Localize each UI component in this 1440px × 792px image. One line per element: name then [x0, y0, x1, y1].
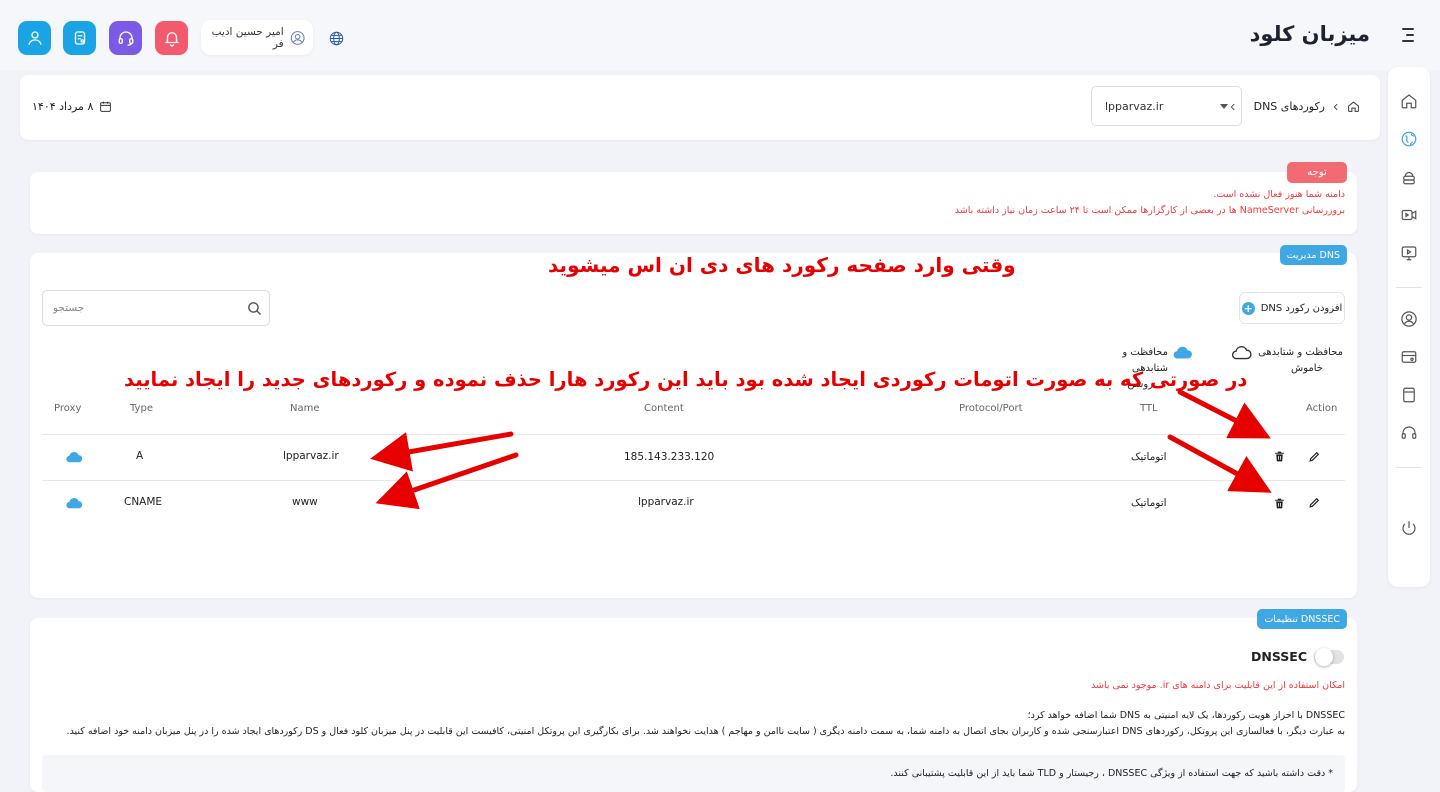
col-protocol: Protocol/Port [959, 403, 1023, 414]
edit-pencil-icon[interactable] [1308, 450, 1321, 466]
breadcrumb-current: رکوردهای DNS [1253, 100, 1325, 113]
brand-logo[interactable]: میزبان کلود [1250, 22, 1371, 46]
notice-panel: توجه دامنه شما هنوز فعال نشده است. بروزر… [30, 162, 1357, 234]
user-menu[interactable]: امیر حسین ادیب فر [201, 20, 313, 55]
hamburger-menu-icon[interactable] [1402, 28, 1414, 42]
cloud-filled-icon [1173, 346, 1192, 359]
support-button[interactable] [109, 21, 142, 55]
plus-icon: + [1241, 301, 1255, 315]
user-circle-icon [290, 30, 305, 45]
profile-button[interactable] [18, 21, 51, 55]
record-type: CNAME [124, 496, 163, 508]
trash-icon[interactable] [1273, 497, 1286, 513]
account-icon[interactable] [1400, 310, 1418, 328]
headset-icon [118, 31, 133, 46]
home-icon[interactable] [1400, 92, 1418, 110]
record-ttl: اتوماتیک [1131, 451, 1167, 463]
cloud-server-icon[interactable] [1400, 168, 1418, 186]
search-icon[interactable] [246, 300, 263, 317]
user-icon [27, 31, 42, 45]
calendar-icon [100, 101, 112, 112]
col-proxy: Proxy [54, 403, 82, 414]
notice-badge: توجه [1287, 162, 1347, 183]
dns-management-panel: مدیریت DNS افزودن رکورد DNS + محافظت و ش… [30, 245, 1357, 598]
chevron-left-icon [1230, 103, 1235, 110]
domain-select-value: lpparvaz.ir [1105, 99, 1164, 113]
col-action: Action [1306, 403, 1338, 414]
notifications-button[interactable] [155, 21, 188, 55]
col-ttl: TTL [1140, 403, 1158, 414]
record-type: A [136, 450, 144, 462]
dns-globe-icon[interactable] [1400, 130, 1418, 148]
user-name: امیر حسین ادیب فر [211, 25, 284, 50]
cart-button[interactable] [63, 21, 96, 55]
toggle-knob [1315, 648, 1333, 666]
col-name: Name [290, 403, 320, 414]
record-name: www [292, 496, 318, 508]
date-display: ۸ مرداد ۱۴۰۴ [32, 100, 112, 113]
table-divider [42, 434, 1345, 435]
proxy-cloud-icon[interactable] [65, 497, 84, 513]
edit-pencil-icon[interactable] [1308, 496, 1321, 512]
dnssec-label: DNSSEC [1251, 649, 1307, 664]
search-box [42, 290, 270, 326]
billing-icon[interactable] [1400, 348, 1418, 366]
cart-icon [74, 31, 85, 45]
proxy-cloud-icon[interactable] [65, 451, 84, 467]
dnssec-note: * دقت داشته باشید که جهت استفاده از ویژگ… [890, 768, 1333, 779]
dnssec-description-2: به عبارت دیگر، با فعالسازی این پروتکل، ر… [66, 726, 1345, 737]
record-content: 185.143.233.120 [624, 451, 715, 463]
side-rail [1388, 67, 1430, 587]
document-icon[interactable] [1400, 386, 1418, 404]
table-divider [42, 480, 1345, 481]
monitor-icon[interactable] [1400, 244, 1418, 262]
legend-proxy-off: محافظت و شتابدهی خاموش [1231, 345, 1343, 377]
domain-select[interactable]: lpparvaz.ir [1091, 86, 1242, 126]
dnssec-warning: امکان استفاده از این قابلیت برای دامنه ه… [1091, 680, 1345, 691]
add-dns-record-button[interactable]: افزودن رکورد DNS + [1239, 292, 1345, 324]
dnssec-note-box: * دقت داشته باشید که جهت استفاده از ویژگ… [42, 755, 1345, 792]
cloud-outline-icon [1231, 346, 1252, 360]
dns-section-badge: مدیریت DNS [1279, 245, 1347, 265]
col-type: Type [130, 403, 153, 414]
bell-icon [164, 32, 179, 47]
power-icon[interactable] [1400, 519, 1418, 537]
annotation-instruction: در صورتی که به صورت اتومات رکوردی ایجاد … [124, 368, 1248, 391]
video-icon[interactable] [1400, 206, 1418, 224]
rail-headset-icon[interactable] [1400, 424, 1418, 442]
dnssec-description-1: DNSSEC با احراز هویت رکوردها، یک لایه ام… [1027, 710, 1345, 721]
search-input[interactable] [53, 291, 243, 325]
record-content: lpparvaz.ir [638, 496, 694, 508]
globe-icon[interactable] [329, 31, 344, 46]
record-ttl: اتوماتیک [1131, 497, 1167, 509]
breadcrumb-bar: ۸ مرداد ۱۴۰۴ lpparvaz.ir رکوردهای DNS [20, 75, 1380, 140]
dnssec-panel: تنظیمات DNSSEC DNSSEC امکان استفاده از ا… [30, 609, 1357, 792]
record-name: lpparvaz.ir [283, 450, 339, 462]
notice-line-1: دامنه شما هنوز فعال نشده است. [1213, 189, 1345, 200]
chevron-left-icon [1333, 103, 1338, 110]
col-content: Content [644, 403, 684, 414]
trash-icon[interactable] [1273, 450, 1286, 466]
notice-line-2: بروزرسانی NameServer ها در بعضی از کارگز… [954, 205, 1345, 216]
annotation-title: وقتی وارد صفحه رکورد های دی ان اس میشوید [548, 253, 1016, 277]
dnssec-section-badge: تنظیمات DNSSEC [1257, 609, 1347, 629]
dnssec-toggle[interactable] [1314, 648, 1344, 666]
legend-off-line-2: خاموش [1291, 363, 1323, 374]
breadcrumb-home-icon[interactable] [1347, 100, 1360, 113]
breadcrumb: رکوردهای DNS [1228, 100, 1360, 113]
date-text: ۸ مرداد ۱۴۰۴ [32, 100, 94, 113]
add-dns-record-label: افزودن رکورد DNS [1260, 302, 1343, 314]
